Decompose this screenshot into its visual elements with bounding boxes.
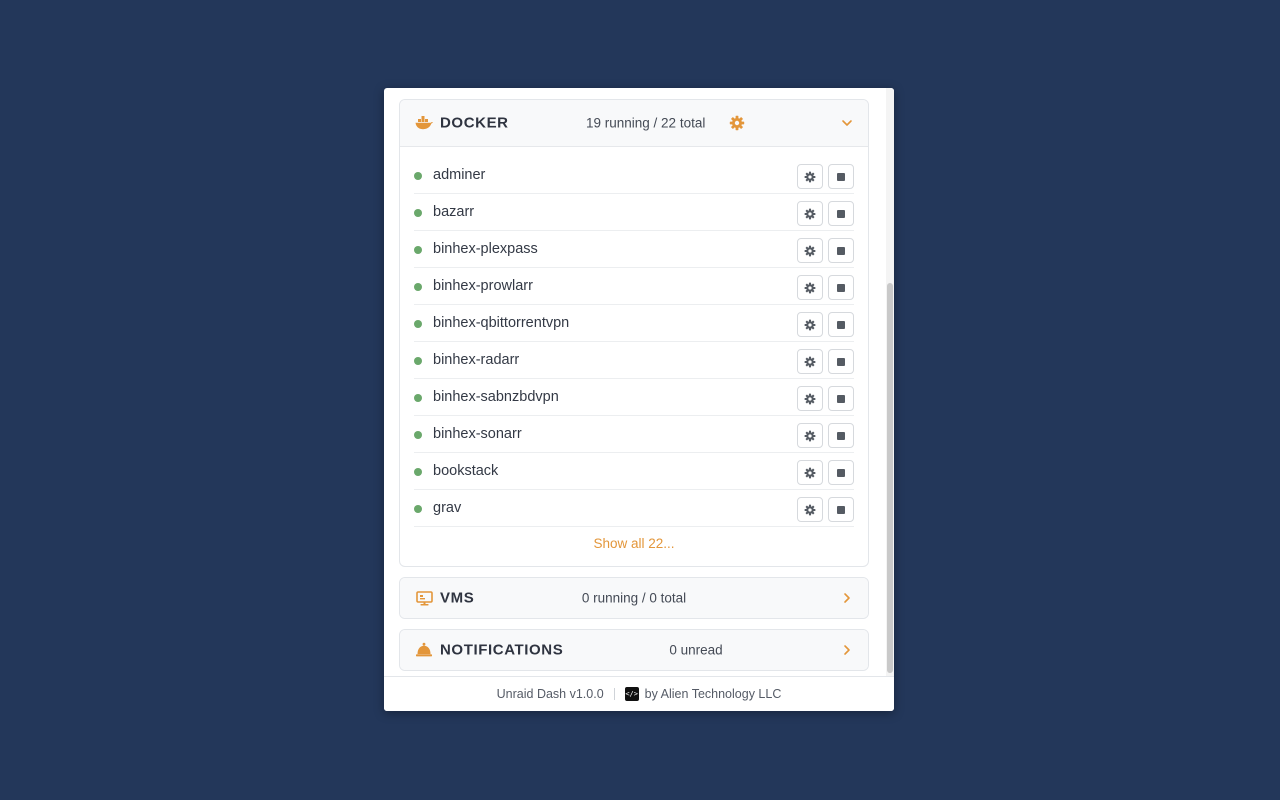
show-all-link[interactable]: Show all 22... — [414, 527, 854, 563]
running-status-dot — [414, 246, 422, 254]
container-name: binhex-plexpass — [433, 241, 538, 257]
container-name: binhex-sonarr — [433, 426, 522, 442]
container-row: binhex-qbittorrentvpn — [414, 305, 854, 342]
extension-popup: DOCKER 19 running / 22 total adminer baz… — [384, 88, 894, 711]
container-settings-button[interactable] — [797, 312, 823, 337]
running-status-dot — [414, 283, 422, 291]
container-settings-button[interactable] — [797, 238, 823, 263]
gear-icon — [804, 430, 816, 441]
gear-icon — [804, 245, 816, 256]
vms-count: 0 running / 0 total — [581, 590, 687, 606]
stop-icon — [837, 246, 845, 255]
container-settings-button[interactable] — [797, 275, 823, 300]
container-name: grav — [433, 500, 462, 516]
stop-icon — [837, 468, 845, 477]
notifications-count: 0 unread — [669, 642, 723, 658]
stop-icon — [837, 431, 845, 440]
notifications-header[interactable]: NOTIFICATIONS 0 unread — [400, 630, 868, 670]
docker-title: DOCKER — [440, 114, 509, 132]
running-status-dot — [414, 320, 422, 328]
notifications-card[interactable]: NOTIFICATIONS 0 unread — [399, 629, 869, 671]
author-link[interactable]: by Alien Technology LLC — [645, 687, 782, 701]
container-stop-button[interactable] — [828, 164, 854, 189]
gear-icon — [804, 282, 816, 293]
docker-header[interactable]: DOCKER 19 running / 22 total — [400, 100, 868, 147]
chevron-right-icon[interactable] — [840, 643, 854, 657]
container-settings-button[interactable] — [797, 201, 823, 226]
container-row: binhex-sabnzbdvpn — [414, 379, 854, 416]
container-list: adminer bazarr binhex-plexpass binhex-pr… — [400, 147, 868, 563]
container-stop-button[interactable] — [828, 312, 854, 337]
gear-icon — [804, 393, 816, 404]
running-status-dot — [414, 172, 422, 180]
running-status-dot — [414, 357, 422, 365]
vertical-scrollbar[interactable] — [886, 88, 894, 676]
container-stop-button[interactable] — [828, 386, 854, 411]
container-stop-button[interactable] — [828, 275, 854, 300]
footer-divider — [613, 688, 615, 700]
gear-icon — [804, 467, 816, 478]
container-row: grav — [414, 490, 854, 527]
footer: Unraid Dash v1.0.0 </> by Alien Technolo… — [384, 676, 894, 711]
stop-icon — [837, 320, 845, 329]
container-stop-button[interactable] — [828, 238, 854, 263]
container-name: bookstack — [433, 463, 499, 479]
container-settings-button[interactable] — [797, 460, 823, 485]
container-settings-button[interactable] — [797, 164, 823, 189]
scroll-area[interactable]: DOCKER 19 running / 22 total adminer baz… — [384, 88, 886, 676]
chevron-down-icon[interactable] — [840, 116, 854, 130]
stop-icon — [837, 172, 845, 181]
stop-icon — [837, 209, 845, 218]
container-name: bazarr — [433, 204, 475, 220]
chevron-right-icon[interactable] — [840, 591, 854, 605]
container-row: binhex-plexpass — [414, 231, 854, 268]
running-status-dot — [414, 209, 422, 217]
running-status-dot — [414, 505, 422, 513]
code-logo-icon: </> — [624, 687, 639, 701]
stop-icon — [837, 394, 845, 403]
gear-icon — [804, 208, 816, 219]
container-row: bookstack — [414, 453, 854, 490]
container-row: bazarr — [414, 194, 854, 231]
bell-icon — [415, 641, 433, 659]
container-name: binhex-sabnzbdvpn — [433, 389, 559, 405]
container-name: adminer — [433, 167, 486, 183]
gear-icon — [804, 319, 816, 330]
container-name: binhex-qbittorrentvpn — [433, 315, 570, 331]
container-row: adminer — [414, 157, 854, 194]
container-settings-button[interactable] — [797, 423, 823, 448]
docker-settings-gear-icon[interactable] — [729, 115, 745, 131]
stop-icon — [837, 357, 845, 366]
running-status-dot — [414, 431, 422, 439]
running-status-dot — [414, 468, 422, 476]
container-stop-button[interactable] — [828, 349, 854, 374]
docker-count: 19 running / 22 total — [586, 115, 706, 131]
container-stop-button[interactable] — [828, 497, 854, 522]
container-name: binhex-radarr — [433, 352, 520, 368]
gear-icon — [804, 356, 816, 367]
gear-icon — [804, 504, 816, 515]
container-row: binhex-radarr — [414, 342, 854, 379]
docker-whale-icon — [415, 114, 433, 132]
vms-card[interactable]: VMS 0 running / 0 total — [399, 577, 869, 619]
gear-icon — [804, 171, 816, 182]
container-settings-button[interactable] — [797, 386, 823, 411]
stop-icon — [837, 505, 845, 514]
container-stop-button[interactable] — [828, 201, 854, 226]
app-version: Unraid Dash v1.0.0 — [496, 687, 604, 701]
container-name: binhex-prowlarr — [433, 278, 533, 294]
running-status-dot — [414, 394, 422, 402]
vms-header[interactable]: VMS 0 running / 0 total — [400, 578, 868, 618]
container-row: binhex-sonarr — [414, 416, 854, 453]
container-stop-button[interactable] — [828, 423, 854, 448]
scrollbar-thumb[interactable] — [887, 283, 893, 673]
container-row: binhex-prowlarr — [414, 268, 854, 305]
container-settings-button[interactable] — [797, 349, 823, 374]
docker-card: DOCKER 19 running / 22 total adminer baz… — [399, 99, 869, 567]
container-settings-button[interactable] — [797, 497, 823, 522]
container-stop-button[interactable] — [828, 460, 854, 485]
stop-icon — [837, 283, 845, 292]
